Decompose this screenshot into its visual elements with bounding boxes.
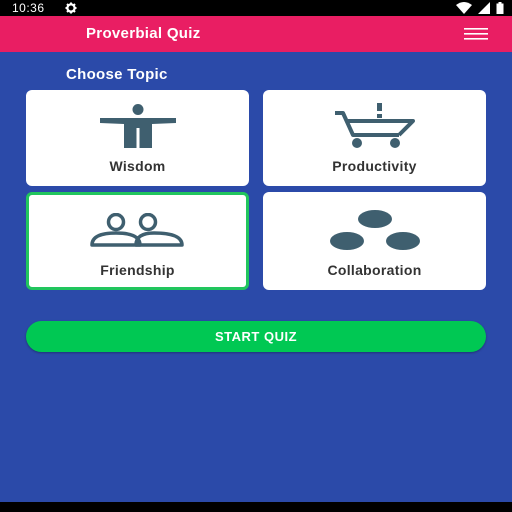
wifi-icon xyxy=(456,2,472,14)
system-icons xyxy=(456,2,504,14)
topic-label: Collaboration xyxy=(327,262,422,278)
start-quiz-button[interactable]: START QUIZ xyxy=(26,321,486,352)
signal-icon xyxy=(478,2,490,14)
cart-icon xyxy=(334,103,415,148)
topic-card-collaboration[interactable]: Collaboration xyxy=(263,192,486,290)
topic-card-friendship[interactable]: Friendship xyxy=(26,192,249,290)
app-title: Proverbial Quiz xyxy=(86,25,201,42)
gear-icon xyxy=(65,2,77,14)
navigation-bar xyxy=(0,502,512,512)
screen: 10:36 Proverbial Quiz Choose Topic Wisdo… xyxy=(0,0,512,512)
topic-label: Friendship xyxy=(100,262,175,278)
hamburger-menu-icon[interactable] xyxy=(464,27,488,41)
three-circles-icon xyxy=(329,210,420,250)
topic-label: Productivity xyxy=(332,158,417,174)
topic-card-wisdom[interactable]: Wisdom xyxy=(26,90,249,186)
status-time: 10:36 xyxy=(12,1,45,15)
person-icon xyxy=(99,104,176,148)
topic-card-productivity[interactable]: Productivity xyxy=(263,90,486,186)
battery-icon xyxy=(496,2,504,14)
people-icon xyxy=(89,213,184,247)
status-bar: 10:36 xyxy=(0,0,512,16)
section-title: Choose Topic xyxy=(66,66,168,83)
topic-label: Wisdom xyxy=(109,158,166,174)
app-bar: Proverbial Quiz xyxy=(0,16,512,52)
